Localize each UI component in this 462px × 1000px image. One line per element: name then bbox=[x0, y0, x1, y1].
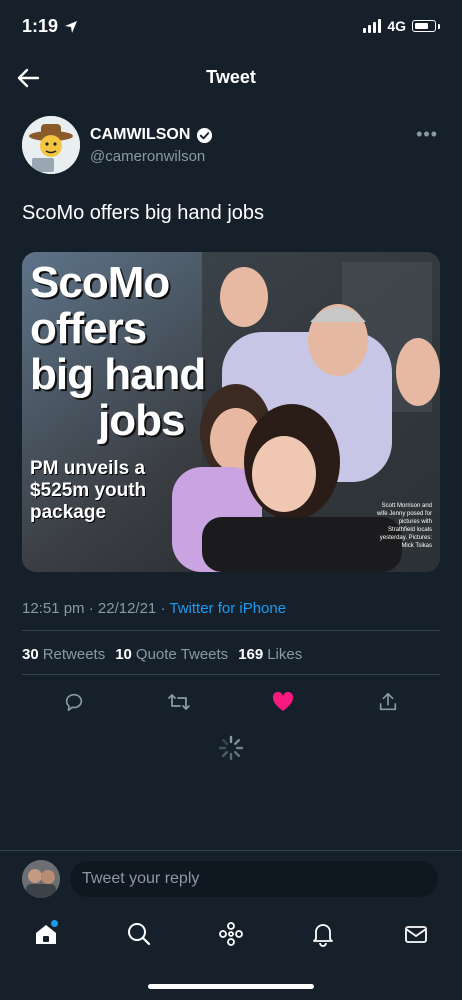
media-caption: Scott Morrison and wife Jenny posed for … bbox=[376, 503, 432, 549]
headline-line: offers bbox=[30, 304, 147, 353]
headline-line: ScoMo bbox=[30, 258, 170, 307]
share-icon bbox=[379, 692, 396, 711]
status-time: 1:19 bbox=[22, 16, 78, 37]
tab-messages[interactable] bbox=[396, 914, 436, 954]
tweet-timestamp: 12:51 pm · 22/12/21 · Twitter for iPhone bbox=[22, 600, 286, 617]
reply-icon bbox=[66, 693, 83, 712]
battery-tip bbox=[438, 23, 440, 29]
tweet-stats: 30 Retweets 10 Quote Tweets 169 Likes bbox=[22, 646, 302, 663]
quotes-count: 10 bbox=[115, 646, 132, 663]
divider bbox=[22, 674, 440, 675]
battery-icon bbox=[412, 20, 436, 32]
reply-button[interactable] bbox=[54, 684, 94, 720]
divider bbox=[22, 630, 440, 631]
verified-badge-icon bbox=[197, 127, 213, 143]
divider bbox=[0, 850, 462, 851]
author-name[interactable]: CAMWILSON bbox=[90, 126, 213, 144]
loading-spinner-icon bbox=[218, 735, 244, 761]
subhead-line: package bbox=[30, 502, 107, 523]
reply-input[interactable] bbox=[70, 861, 438, 897]
author-avatar[interactable] bbox=[22, 116, 80, 174]
retweet-icon bbox=[167, 694, 190, 710]
tweet-date: 22/12/21 bbox=[97, 600, 157, 617]
media-headline: ScoMo offers big hand jobs bbox=[30, 258, 206, 445]
media-subhead: PM unveils a $525m youth package bbox=[30, 458, 146, 524]
search-icon bbox=[127, 923, 150, 946]
headline-line: big hand bbox=[30, 350, 206, 399]
like-icon bbox=[273, 691, 294, 711]
status-indicators: 4G bbox=[363, 18, 440, 34]
share-button[interactable] bbox=[368, 684, 408, 720]
meta-separator: · bbox=[160, 600, 166, 617]
tweet-media[interactable]: ScoMo offers big hand jobs PM unveils a … bbox=[22, 252, 440, 572]
subhead-line: PM unveils a bbox=[30, 458, 146, 479]
retweets-label: Retweets bbox=[42, 646, 106, 663]
quotes-label: Quote Tweets bbox=[135, 646, 229, 663]
quotes-stat[interactable]: 10 Quote Tweets bbox=[115, 646, 228, 663]
notifications-icon bbox=[313, 924, 334, 947]
tweet-text: ScoMo offers big hand jobs bbox=[22, 202, 265, 224]
tab-notifications[interactable] bbox=[303, 914, 343, 954]
user-avatar-photo bbox=[22, 860, 60, 898]
headline-line: jobs bbox=[98, 396, 185, 445]
spaces-icon bbox=[219, 922, 243, 946]
home-indicator bbox=[148, 984, 314, 989]
page-title: Tweet bbox=[206, 67, 256, 87]
retweets-count: 30 bbox=[22, 646, 39, 663]
tab-search[interactable] bbox=[119, 914, 159, 954]
likes-count: 169 bbox=[238, 646, 264, 663]
network-label: 4G bbox=[387, 18, 406, 34]
tweet-actions bbox=[22, 684, 440, 720]
location-arrow-icon bbox=[65, 20, 78, 33]
retweets-stat[interactable]: 30 Retweets bbox=[22, 646, 105, 663]
likes-label: Likes bbox=[267, 646, 303, 663]
author-handle[interactable]: @cameronwilson bbox=[90, 148, 205, 165]
tweet-time: 12:51 pm bbox=[22, 600, 85, 617]
meta-separator: · bbox=[88, 600, 94, 617]
likes-stat[interactable]: 169 Likes bbox=[238, 646, 302, 663]
subhead-line: $525m youth bbox=[30, 480, 147, 501]
avatar-illustration bbox=[22, 116, 80, 174]
author-name-label: CAMWILSON bbox=[90, 126, 191, 143]
status-time-label: 1:19 bbox=[22, 16, 59, 36]
tab-spaces[interactable] bbox=[211, 914, 251, 954]
signal-icon bbox=[363, 19, 382, 33]
user-avatar[interactable] bbox=[22, 860, 60, 898]
retweet-button[interactable] bbox=[159, 684, 199, 720]
tab-home[interactable] bbox=[26, 914, 66, 954]
more-icon[interactable]: ••• bbox=[416, 124, 438, 145]
like-button[interactable] bbox=[263, 684, 303, 720]
tweet-source-link[interactable]: Twitter for iPhone bbox=[169, 600, 286, 617]
messages-icon bbox=[404, 926, 427, 943]
bottom-tab-bar bbox=[0, 912, 462, 956]
